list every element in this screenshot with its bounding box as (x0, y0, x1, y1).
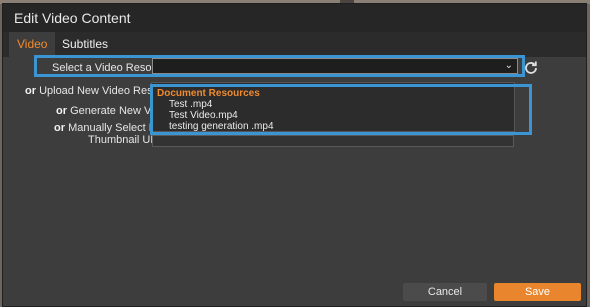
dropdown-item[interactable]: testing generation .mp4 (169, 121, 274, 132)
upload-or-prefix: or (25, 85, 36, 97)
tab-bar: Video Subtitles (3, 32, 586, 57)
save-button[interactable]: Save (494, 283, 581, 301)
refresh-icon[interactable] (523, 60, 539, 76)
dropdown-group-header: Document Resources (157, 88, 260, 99)
video-resource-select[interactable]: ⌄ (152, 58, 518, 74)
dialog-title: Edit Video Content (14, 10, 131, 26)
dropdown-item[interactable]: Test Video.mp4 (169, 110, 238, 121)
cancel-button[interactable]: Cancel (403, 283, 487, 301)
manual-or-prefix: or (54, 122, 65, 134)
edit-video-dialog: Edit Video Content Video Subtitles (2, 3, 587, 307)
generate-or-prefix: or (56, 105, 67, 117)
dropdown-item[interactable]: Test .mp4 (169, 99, 212, 110)
tab-video[interactable]: Video (9, 32, 56, 57)
dialog-titlebar: Edit Video Content (3, 4, 586, 32)
tab-subtitles[interactable]: Subtitles (54, 32, 116, 57)
chevron-down-icon: ⌄ (504, 60, 513, 71)
thumbnail-url-input[interactable] (152, 135, 514, 147)
